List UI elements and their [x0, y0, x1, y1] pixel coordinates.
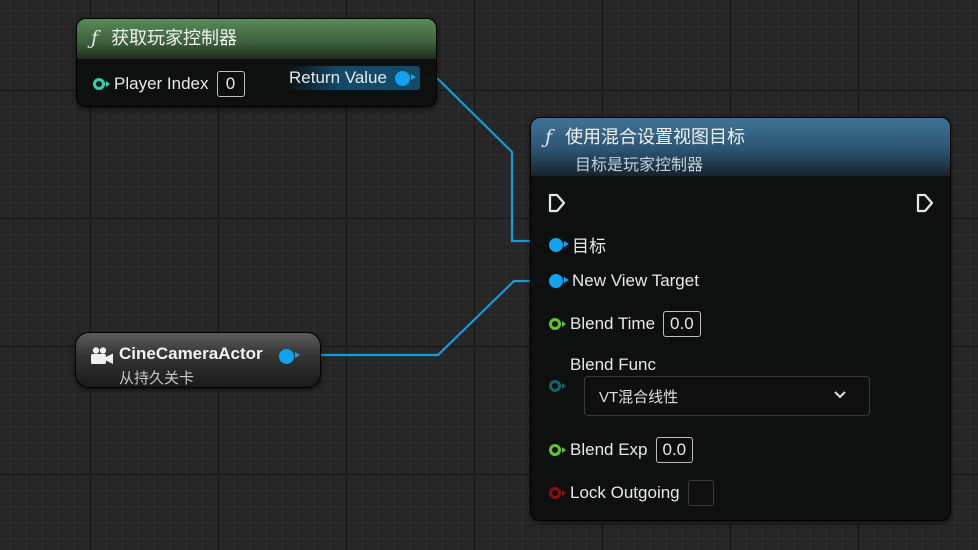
struct-pin-icon[interactable]: [93, 78, 110, 90]
player-index-label: Player Index: [114, 74, 209, 93]
object-pin-icon[interactable]: [279, 349, 300, 364]
exec-out-pin-icon[interactable]: [916, 193, 934, 213]
target-pin-row[interactable]: 目标: [549, 232, 606, 257]
float-pin-icon[interactable]: [549, 318, 566, 330]
node-title: 使用混合设置视图目标: [565, 127, 746, 147]
chevron-down-icon: [834, 391, 846, 399]
node-set-view-target-with-blend[interactable]: ƒ 使用混合设置视图目标 目标是玩家控制器 目标 New View Target…: [530, 117, 951, 521]
node-cine-camera-actor-ref[interactable]: CineCameraActor 从持久关卡: [75, 332, 321, 388]
blend-func-label-row: Blend Func: [549, 355, 656, 375]
float-pin-icon[interactable]: [549, 444, 566, 456]
blend-exp-label: Blend Exp: [570, 440, 648, 459]
wire-camera-to-view-target[interactable]: [294, 279, 548, 357]
node-header[interactable]: ƒ 使用混合设置视图目标 目标是玩家控制器: [531, 118, 950, 176]
return-value-label: Return Value: [289, 68, 387, 87]
new-view-target-label: New View Target: [572, 271, 699, 290]
blend-exp-pin-row[interactable]: Blend Exp 0.0: [549, 437, 694, 463]
enum-pin-icon[interactable]: [549, 380, 566, 392]
node-title: 获取玩家控制器: [111, 28, 238, 48]
return-value-pin-row[interactable]: Return Value: [285, 66, 420, 90]
function-icon: ƒ: [545, 126, 553, 148]
lock-outgoing-pin-row[interactable]: Lock Outgoing: [549, 480, 714, 506]
blend-exp-input[interactable]: 0.0: [655, 437, 694, 463]
bool-pin-icon[interactable]: [549, 487, 566, 499]
blend-time-label: Blend Time: [570, 314, 656, 333]
player-index-input[interactable]: 0: [216, 71, 245, 97]
object-pin-icon[interactable]: [394, 70, 416, 86]
node-get-player-controller[interactable]: ƒ 获取玩家控制器 Player Index 0 Return Value: [76, 18, 437, 107]
node-subtitle: 目标是玩家控制器: [575, 157, 704, 174]
object-pin-icon[interactable]: [549, 274, 569, 288]
blend-func-label: Blend Func: [570, 355, 656, 374]
function-icon: ƒ: [91, 27, 99, 49]
node-title: CineCameraActor: [119, 344, 263, 363]
blend-time-input[interactable]: 0.0: [663, 311, 701, 337]
blend-time-pin-row[interactable]: Blend Time 0.0: [549, 311, 701, 337]
exec-in-pin-icon[interactable]: [548, 193, 566, 213]
camera-icon: [91, 347, 113, 364]
lock-outgoing-label: Lock Outgoing: [570, 483, 680, 502]
lock-outgoing-checkbox[interactable]: [687, 480, 714, 506]
blend-func-dropdown[interactable]: VT混合线性: [584, 376, 870, 416]
target-label: 目标: [572, 237, 606, 256]
node-header[interactable]: ƒ 获取玩家控制器: [77, 19, 436, 59]
player-index-pin-row[interactable]: Player Index 0: [93, 71, 245, 97]
blend-func-selected: VT混合线性: [599, 388, 679, 406]
object-pin-icon[interactable]: [549, 237, 569, 252]
node-subtitle: 从持久关卡: [119, 370, 195, 387]
new-view-target-pin-row[interactable]: New View Target: [549, 271, 699, 291]
